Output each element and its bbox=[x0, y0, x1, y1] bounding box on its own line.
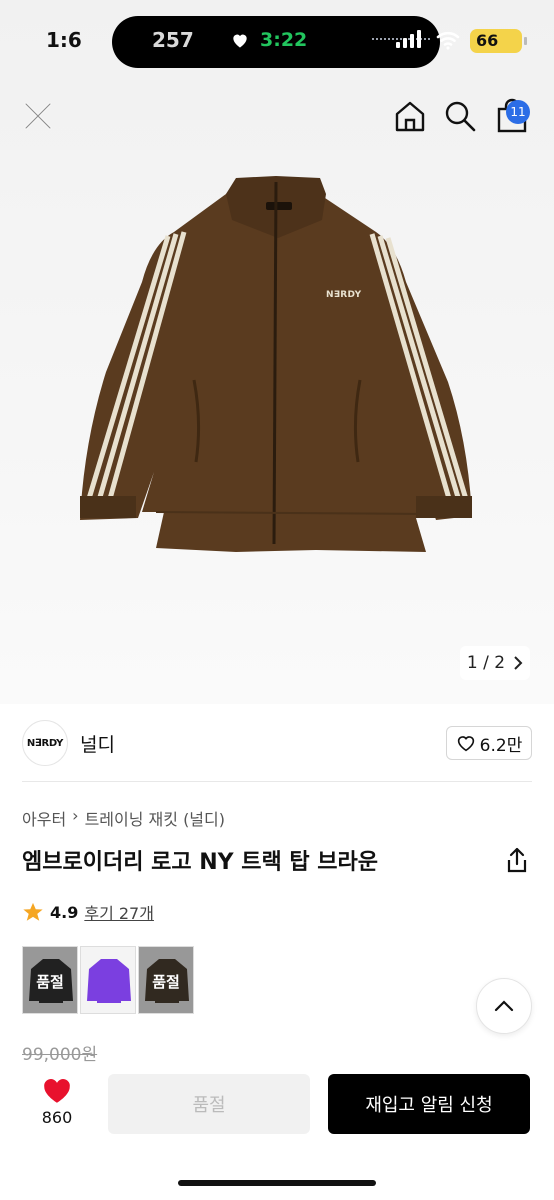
close-icon[interactable] bbox=[20, 98, 56, 134]
product-page: 1:6 257 3:22 66 11 N∃RDY 1 / 2 N∃RDY 널디 … bbox=[0, 0, 554, 1200]
rating-score: 4.9 bbox=[50, 902, 79, 922]
swatch-black[interactable]: 품절 bbox=[22, 946, 78, 1014]
brand-name[interactable]: 널디 bbox=[80, 730, 115, 757]
cellular-signal-icon bbox=[396, 30, 421, 48]
heart-icon bbox=[233, 34, 247, 48]
scroll-top-button[interactable] bbox=[476, 978, 532, 1034]
swatch-soldout-label: 품절 bbox=[36, 973, 64, 991]
image-counter-text: 1 / 2 bbox=[466, 653, 506, 673]
star-icon bbox=[23, 902, 43, 921]
soldout-button[interactable]: 품절 bbox=[108, 1074, 310, 1134]
dynamic-island[interactable]: 257 3:22 bbox=[112, 16, 440, 68]
battery-indicator: 66 bbox=[470, 29, 527, 53]
favorite-count: 860 bbox=[41, 1108, 73, 1127]
breadcrumb-subcategory[interactable]: 트레이닝 재킷 (널디) bbox=[85, 806, 225, 830]
product-image[interactable] bbox=[76, 172, 476, 562]
island-time: 257 bbox=[152, 28, 194, 52]
swatch-brown[interactable]: 품절 bbox=[138, 946, 194, 1014]
breadcrumb: 아우터 › 트레이닝 재킷 (널디) bbox=[22, 806, 225, 830]
call-duration: 3:22 bbox=[260, 29, 308, 51]
breadcrumb-category[interactable]: 아우터 bbox=[22, 806, 66, 830]
heart-outline-icon bbox=[457, 736, 474, 752]
image-pager[interactable]: 1 / 2 bbox=[460, 646, 530, 680]
swatch-purple[interactable] bbox=[80, 946, 136, 1014]
reviews-link[interactable]: 후기 27개 bbox=[84, 900, 154, 924]
jacket-logo-text: N∃RDY bbox=[326, 290, 362, 300]
heart-filled-icon bbox=[44, 1079, 70, 1103]
brand-like-button[interactable]: 6.2만 bbox=[446, 726, 532, 760]
restock-alert-button[interactable]: 재입고 알림 신청 bbox=[328, 1074, 530, 1134]
brand-logo[interactable]: N∃RDY bbox=[22, 720, 68, 766]
chevron-up-icon bbox=[494, 1000, 514, 1012]
favorite-button[interactable]: 860 bbox=[36, 1076, 78, 1127]
chevron-right-icon: › bbox=[72, 806, 79, 825]
cart-count-badge: 11 bbox=[506, 100, 530, 124]
jacket-thumbnail bbox=[87, 959, 131, 1003]
status-bar: 1:6 257 3:22 66 bbox=[0, 0, 554, 80]
status-time: 1:6 bbox=[46, 28, 82, 52]
home-indicator bbox=[178, 1180, 376, 1186]
wifi-icon bbox=[436, 31, 460, 50]
home-icon[interactable] bbox=[392, 98, 428, 134]
divider bbox=[22, 781, 532, 782]
color-swatches: 품절 품절 bbox=[22, 946, 194, 1014]
product-title: 엠브로이더리 로고 NY 트랙 탑 브라운 bbox=[22, 850, 378, 875]
brand-like-count: 6.2만 bbox=[479, 735, 523, 756]
search-icon[interactable] bbox=[442, 98, 478, 134]
rating-row: 4.9 후기 27개 bbox=[22, 900, 154, 924]
chevron-right-icon bbox=[514, 656, 523, 670]
swatch-soldout-label: 품절 bbox=[152, 973, 180, 991]
share-icon[interactable] bbox=[504, 846, 530, 874]
